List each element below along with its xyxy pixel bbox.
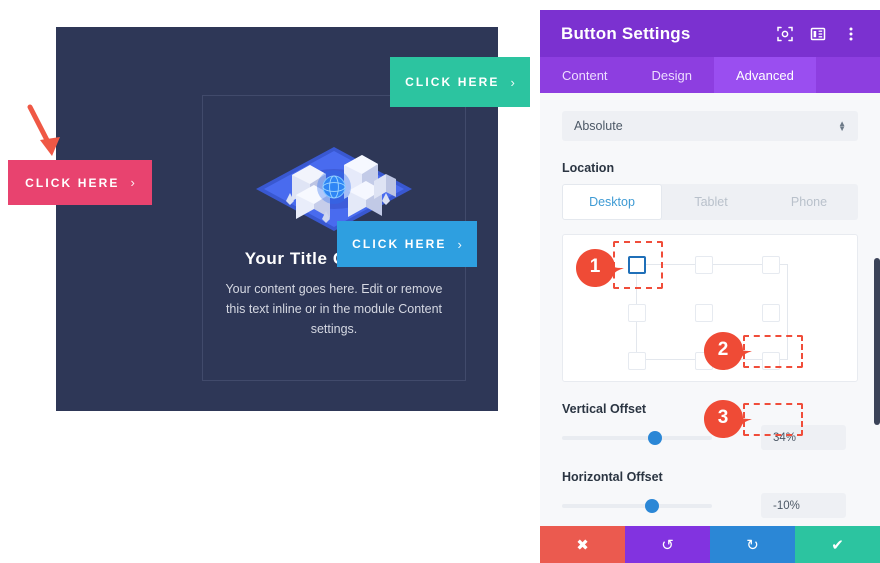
position-grid: [628, 256, 788, 370]
position-cell-top-center[interactable]: [695, 256, 713, 274]
cta-label: CLICK HERE: [25, 175, 120, 190]
focus-target-icon[interactable]: [772, 21, 798, 47]
position-cell-bottom-right[interactable]: [762, 352, 780, 370]
cta-button-green[interactable]: CLICK HERE ›: [390, 57, 530, 107]
close-icon: ✖: [576, 536, 589, 554]
tab-advanced[interactable]: Advanced: [714, 57, 816, 93]
screen-root: Your Title Goes Here Your content goes h…: [0, 0, 880, 563]
position-type-select[interactable]: Absolute ▲ ▼: [562, 111, 858, 141]
annotation-arrow-icon: [22, 104, 68, 162]
undo-button[interactable]: ↺: [625, 526, 710, 563]
annotation-callout-1: 1: [575, 247, 624, 287]
device-tab-desktop[interactable]: Desktop: [562, 184, 662, 220]
vertical-offset-slider-handle[interactable]: [648, 430, 662, 445]
device-tab-phone[interactable]: Phone: [760, 184, 858, 220]
position-type-value: Absolute: [574, 119, 623, 133]
cancel-button[interactable]: ✖: [540, 526, 625, 563]
button-settings-panel: Button Settings Content Design Advanced …: [540, 10, 880, 563]
horizontal-offset-label: Horizontal Offset: [562, 470, 663, 484]
chevron-right-icon: ›: [130, 175, 135, 190]
isometric-city-illustration: [248, 129, 420, 233]
position-cell-bottom-center[interactable]: [695, 352, 713, 370]
save-button[interactable]: ✔: [795, 526, 880, 563]
cta-button-blue[interactable]: CLICK HERE ›: [337, 221, 477, 267]
panel-scrollbar[interactable]: [874, 258, 880, 425]
annotation-number-1: 1: [589, 256, 601, 277]
vertical-offset-row: 34%: [562, 425, 858, 450]
preview-body-text: Your content goes here. Edit or remove t…: [225, 282, 443, 336]
position-cell-middle-center[interactable]: [695, 304, 713, 322]
vertical-offset-label: Vertical Offset: [562, 402, 647, 416]
position-cell-top-right[interactable]: [762, 256, 780, 274]
panel-title: Button Settings: [561, 23, 691, 43]
cta-button-pink[interactable]: CLICK HERE ›: [8, 160, 152, 205]
redo-button[interactable]: ↻: [710, 526, 795, 563]
panel-body: Absolute ▲ ▼ Location Desktop Tablet Pho…: [540, 93, 880, 561]
horizontal-offset-slider-handle[interactable]: [645, 498, 659, 513]
tab-content[interactable]: Content: [540, 57, 630, 93]
device-tabs: Desktop Tablet Phone: [562, 184, 858, 220]
page-preview-canvas: Your Title Goes Here Your content goes h…: [0, 0, 540, 563]
tab-design[interactable]: Design: [630, 57, 714, 93]
location-label: Location: [562, 161, 615, 175]
position-cell-middle-right[interactable]: [762, 304, 780, 322]
horizontal-offset-row: -10%: [562, 493, 858, 518]
select-stepper-icon: ▲ ▼: [838, 120, 846, 133]
horizontal-offset-value[interactable]: -10%: [761, 493, 846, 518]
chevron-right-icon: ›: [457, 236, 462, 252]
position-cell-middle-left[interactable]: [628, 304, 646, 322]
device-tab-tablet[interactable]: Tablet: [662, 184, 760, 220]
layout-panel-icon[interactable]: [805, 21, 831, 47]
undo-icon: ↺: [661, 536, 674, 554]
stepper-down-glyph: ▼: [838, 124, 846, 133]
vertical-offset-value[interactable]: 34%: [761, 425, 846, 450]
panel-footer-actions: ✖ ↺ ↻ ✔: [540, 526, 880, 563]
chevron-right-icon: ›: [510, 74, 515, 90]
position-cell-bottom-left[interactable]: [628, 352, 646, 370]
cta-label: CLICK HERE: [405, 75, 500, 89]
panel-tabs: Content Design Advanced: [540, 57, 880, 93]
position-cell-top-left[interactable]: [628, 256, 646, 274]
cta-label: CLICK HERE: [352, 237, 447, 251]
check-icon: ✔: [831, 536, 844, 554]
position-grid-card: 1: [562, 234, 858, 382]
more-vertical-icon[interactable]: [838, 21, 864, 47]
horizontal-offset-slider[interactable]: [562, 498, 712, 513]
panel-header: Button Settings: [540, 10, 880, 57]
vertical-offset-slider[interactable]: [562, 430, 712, 445]
redo-icon: ↻: [746, 536, 759, 554]
